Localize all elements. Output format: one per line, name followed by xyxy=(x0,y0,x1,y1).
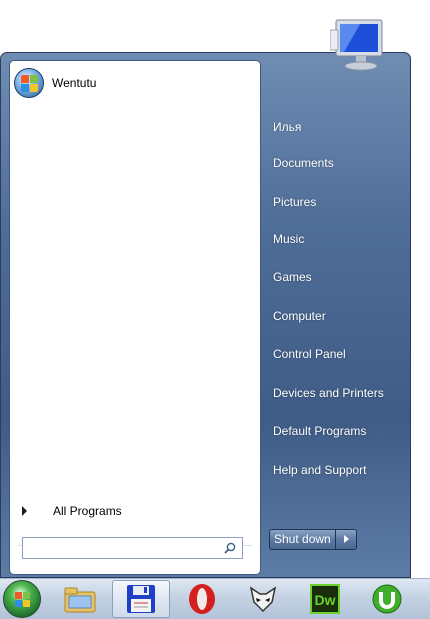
search-icon[interactable] xyxy=(224,542,236,554)
taskbar-save-button[interactable] xyxy=(112,580,170,618)
utorrent-icon xyxy=(372,584,402,614)
windows-explorer-icon xyxy=(64,587,96,613)
pinned-item-label: Wentutu xyxy=(52,76,97,90)
right-item-computer[interactable]: Computer xyxy=(273,306,326,326)
start-menu: Wentutu All Programs Илья Documents Pict… xyxy=(0,52,411,578)
right-item-documents[interactable]: Documents xyxy=(273,153,334,173)
triangle-right-icon xyxy=(22,506,27,516)
opera-icon xyxy=(189,584,215,614)
taskbar-dreamweaver-button[interactable]: Dw xyxy=(296,580,354,618)
all-programs-button[interactable]: All Programs xyxy=(16,500,252,522)
right-item-devices-and-printers[interactable]: Devices and Printers xyxy=(273,383,384,403)
right-item-control-panel[interactable]: Control Panel xyxy=(273,344,346,364)
right-item-user[interactable]: Илья xyxy=(273,117,301,137)
left-pane: Wentutu All Programs xyxy=(9,60,261,575)
right-item-music[interactable]: Music xyxy=(273,229,304,249)
taskbar-explorer-button[interactable] xyxy=(51,580,109,618)
triangle-right-icon xyxy=(343,535,349,543)
foxtrot-mask-icon xyxy=(249,586,277,613)
right-item-pictures[interactable]: Pictures xyxy=(273,192,316,212)
right-item-default-programs[interactable]: Default Programs xyxy=(273,421,366,441)
all-programs-label: All Programs xyxy=(53,504,122,518)
pinned-item-wentutu[interactable]: Wentutu xyxy=(14,67,96,99)
search-input[interactable] xyxy=(22,537,243,559)
taskbar-utorrent-button[interactable] xyxy=(358,580,416,618)
shutdown-options-button[interactable] xyxy=(334,529,357,550)
right-item-games[interactable]: Games xyxy=(273,267,312,287)
taskbar-foxtrot-button[interactable] xyxy=(234,580,292,618)
shutdown-group: Shut down xyxy=(269,529,357,550)
floppy-save-icon xyxy=(127,585,155,613)
taskbar: Dw xyxy=(0,578,430,619)
monitor-icon[interactable] xyxy=(330,16,392,72)
dreamweaver-icon: Dw xyxy=(310,584,340,614)
shutdown-button[interactable]: Shut down xyxy=(269,529,335,550)
windows-orb-icon xyxy=(14,68,44,98)
taskbar-opera-button[interactable] xyxy=(173,580,231,618)
dreamweaver-label: Dw xyxy=(315,592,336,608)
right-item-help-and-support[interactable]: Help and Support xyxy=(273,460,366,480)
windows-start-orb-icon[interactable] xyxy=(3,580,41,618)
